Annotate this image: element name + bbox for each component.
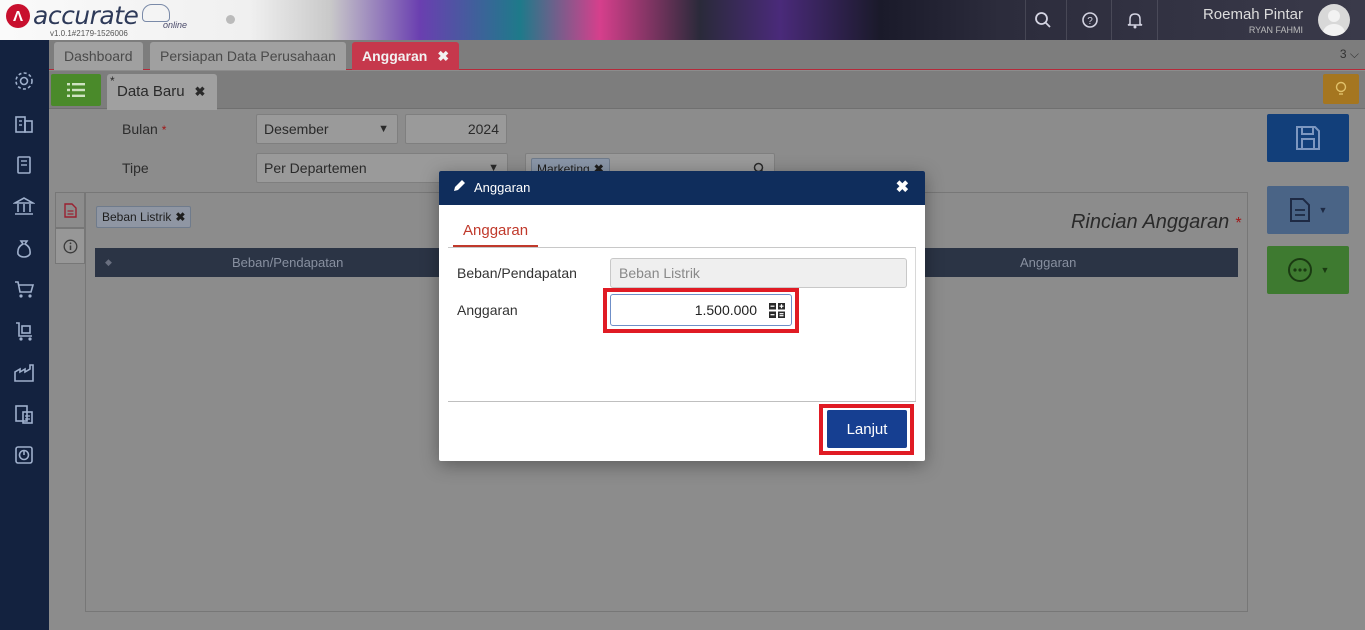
unsaved-mark: * [110, 74, 115, 88]
brand-logo[interactable]: Λ accurate [6, 1, 171, 30]
list-icon [67, 83, 85, 97]
avatar[interactable] [1318, 4, 1350, 36]
report-chart-icon[interactable] [11, 442, 37, 468]
sub-toolbar: * Data Baru ✖ [49, 71, 1365, 110]
tab-label: Persiapan Data Perusahaan [160, 48, 336, 64]
bank-icon[interactable] [11, 193, 37, 219]
close-icon[interactable]: ✖ [437, 48, 449, 64]
tipe-value: Per Departemen [264, 160, 367, 176]
divider [1025, 0, 1026, 40]
document-menu-button[interactable]: ▼ [1267, 186, 1349, 234]
modal-title: Anggaran [474, 180, 531, 195]
chevron-down-icon: ▼ [1318, 205, 1328, 215]
factory-icon[interactable] [11, 360, 37, 386]
user-name[interactable]: Roemah Pintar [1203, 6, 1303, 23]
column-header[interactable]: Anggaran [1020, 248, 1076, 277]
save-button[interactable] [1267, 114, 1349, 162]
user-subtitle: RYAN FAHMI [1248, 25, 1303, 35]
divider [448, 401, 916, 402]
sort-icon[interactable]: ◆ [105, 248, 112, 277]
required-mark: * [1234, 215, 1241, 232]
cart-icon[interactable] [11, 276, 37, 302]
trolley-icon[interactable] [11, 318, 37, 344]
close-icon[interactable]: ✖ [195, 84, 206, 99]
save-icon [1296, 126, 1320, 150]
anggaran-label: Anggaran [457, 302, 518, 318]
column-header[interactable]: Beban/Pendapatan [232, 248, 343, 277]
tab-label: Anggaran [362, 48, 428, 64]
tab-persiapan-data[interactable]: Persiapan Data Perusahaan [150, 42, 346, 70]
bulan-label-text: Bulan [122, 121, 158, 137]
building-icon[interactable] [11, 110, 37, 136]
search-icon[interactable] [1032, 9, 1054, 31]
subtab-label: Data Baru [117, 83, 185, 100]
lightbulb-icon [1335, 81, 1347, 95]
tab-data-baru[interactable]: * Data Baru ✖ [107, 74, 218, 110]
required-mark: * [161, 123, 167, 137]
divider [1066, 0, 1067, 40]
modal-header: Anggaran ✖ [439, 171, 925, 205]
tahun-input[interactable]: 2024 [405, 114, 507, 144]
bell-icon[interactable] [1124, 9, 1146, 31]
sidebar [0, 40, 49, 630]
close-icon[interactable]: ✖ [175, 210, 185, 224]
chip-label: Beban Listrik [102, 210, 172, 224]
tab-dashboard[interactable]: Dashboard [54, 42, 143, 70]
modal-tab-anggaran[interactable]: Anggaran [453, 219, 539, 247]
beban-input[interactable]: Beban Listrik [610, 258, 907, 288]
chevron-down-icon: ▼ [1320, 265, 1330, 275]
svg-text:?: ? [1087, 16, 1093, 27]
close-icon[interactable]: ✖ [896, 171, 909, 205]
detail-side-tabs [55, 192, 85, 264]
logo-mark-icon: Λ [6, 4, 30, 28]
tab-count[interactable]: 3 ⌵ [1340, 47, 1359, 62]
beban-label: Beban/Pendapatan [457, 265, 577, 281]
tahun-value: 2024 [467, 121, 499, 137]
info-tab-icon[interactable] [55, 228, 85, 264]
document-icon [1289, 198, 1310, 222]
list-view-button[interactable] [51, 74, 101, 106]
tax-report-icon[interactable] [11, 401, 37, 427]
highlight-box [819, 404, 914, 455]
bulan-select[interactable]: Desember ▼ [256, 114, 398, 144]
pencil-icon [453, 171, 466, 205]
more-actions-button[interactable]: ▼ [1267, 246, 1349, 294]
divider [1157, 0, 1158, 40]
brand-name: accurate [33, 1, 139, 30]
document-tab-icon[interactable] [55, 192, 85, 228]
tab-anggaran[interactable]: Anggaran ✖ [352, 42, 460, 70]
tipe-label: Tipe [122, 160, 149, 176]
lightbulb-button[interactable] [1323, 74, 1359, 104]
status-dot [226, 15, 235, 24]
section-title: Rincian Anggaran * [1071, 211, 1241, 234]
divider [448, 247, 916, 248]
section-title-text: Rincian Anggaran [1070, 211, 1230, 233]
top-bar: Λ accurate online v1.0.1#2179-1526006 ? … [0, 0, 1365, 40]
help-icon[interactable]: ? [1079, 9, 1101, 31]
brand-sub: online [163, 20, 188, 30]
bulan-value: Desember [264, 121, 329, 137]
more-icon [1287, 258, 1312, 282]
anggaran-modal: Anggaran ✖ Anggaran Beban/Pendapatan Beb… [439, 171, 925, 461]
divider [915, 248, 916, 401]
tab-label: Dashboard [64, 48, 133, 64]
gear-icon[interactable] [11, 68, 37, 94]
version-label: v1.0.1#2179-1526006 [50, 29, 128, 38]
ledger-icon[interactable] [11, 152, 37, 178]
tab-bar: Dashboard Persiapan Data Perusahaan Angg… [49, 40, 1365, 70]
filter-chip[interactable]: Beban Listrik ✖ [96, 206, 192, 228]
chevron-down-icon: ▼ [378, 123, 389, 135]
bulan-label: Bulan * [122, 121, 166, 137]
money-bag-icon[interactable] [11, 235, 37, 261]
divider [1111, 0, 1112, 40]
highlight-box [603, 288, 799, 333]
